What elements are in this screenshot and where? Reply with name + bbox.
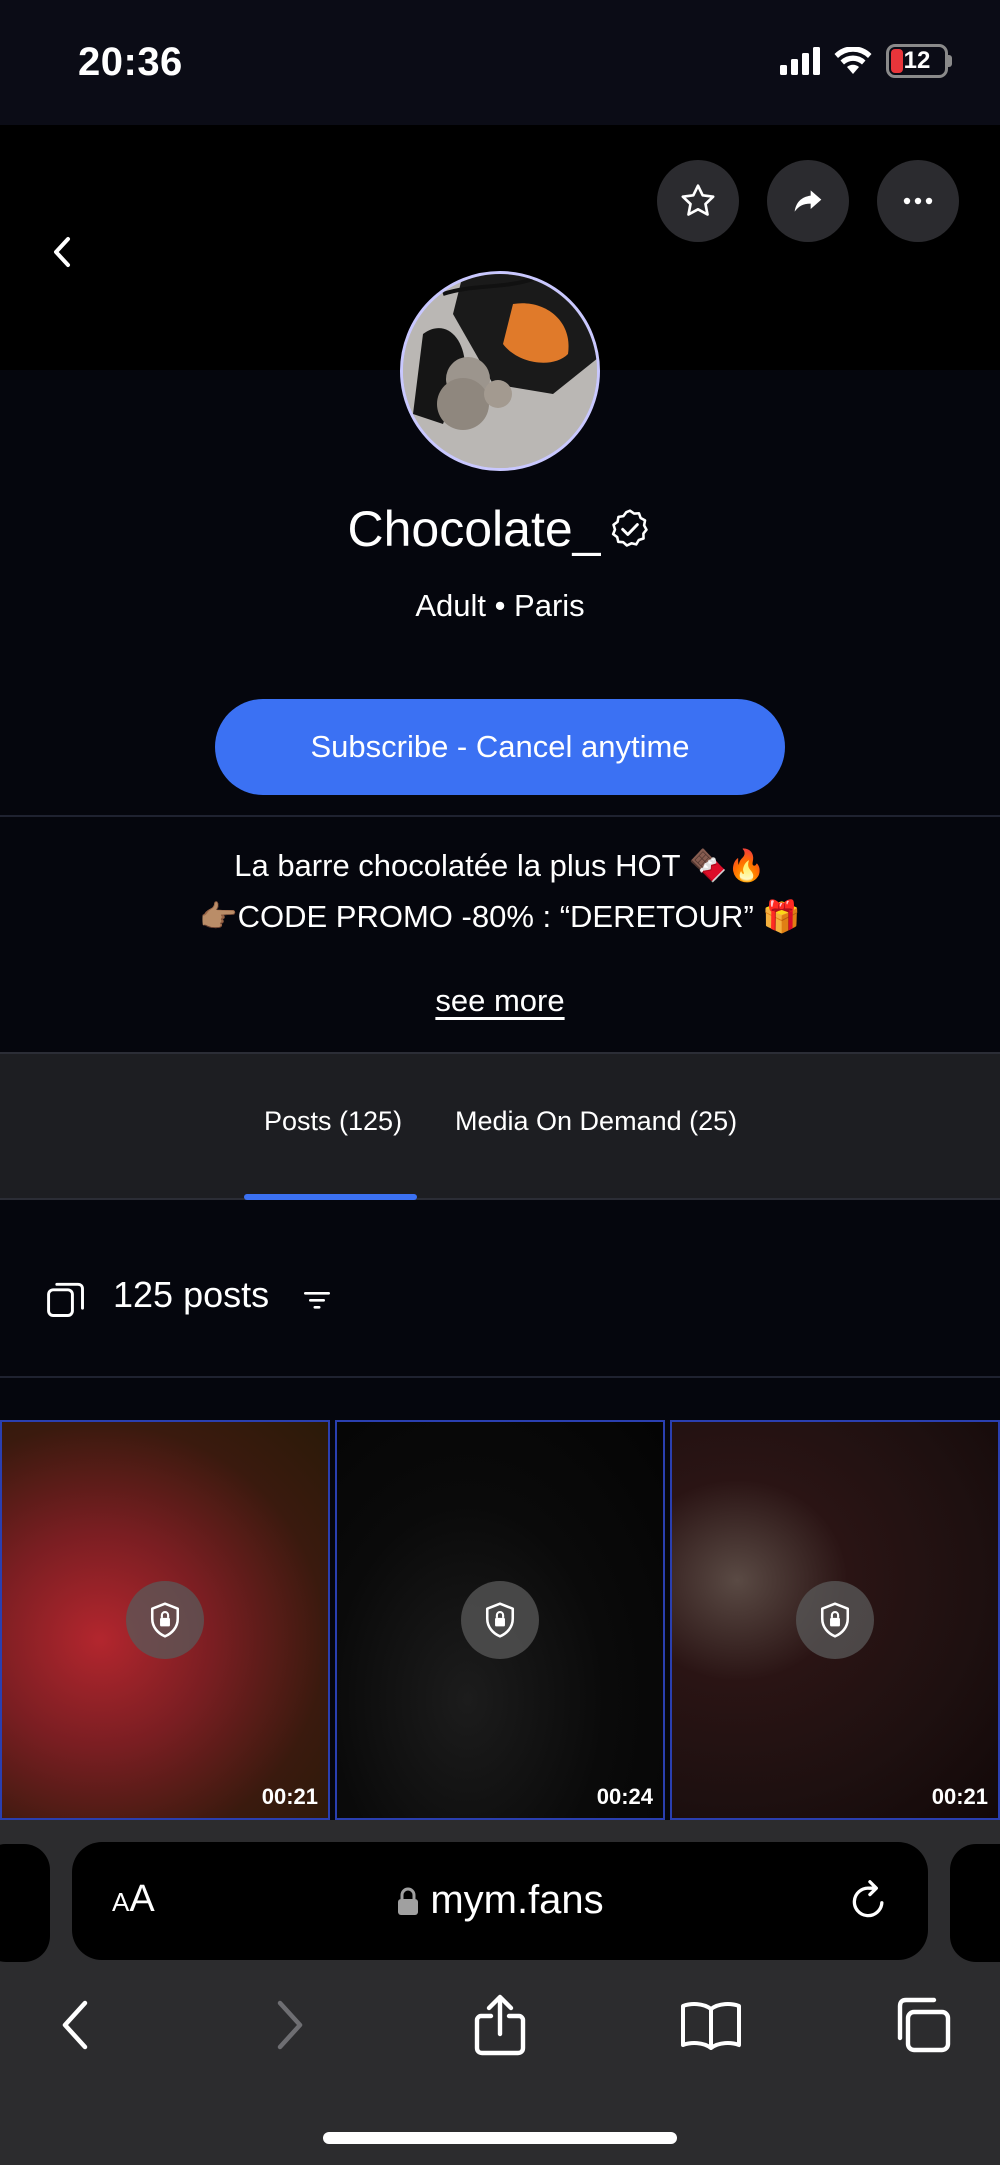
locked-badge: [126, 1581, 204, 1659]
post-tile[interactable]: 00:24: [335, 1420, 665, 1820]
post-duration: 00:21: [931, 1784, 988, 1809]
avatar[interactable]: [400, 271, 600, 471]
post-duration: 00:24: [596, 1784, 653, 1809]
verified-icon: [612, 509, 649, 547]
padlock-icon: [398, 1887, 419, 1915]
url-text[interactable]: mym.fans: [430, 1878, 603, 1922]
favorite-button[interactable]: [657, 160, 739, 242]
battery-icon: 12: [886, 44, 952, 78]
reload-icon: [852, 1880, 884, 1918]
browser-chrome: AA mym.fans: [0, 1820, 1000, 2165]
browser-forward-button[interactable]: [255, 1990, 325, 2060]
stack-icon: [47, 1282, 84, 1317]
next-tab-pill[interactable]: [950, 1844, 1000, 1962]
forward-chevron-icon: [277, 2000, 303, 2050]
post-duration: 00:21: [261, 1784, 318, 1809]
address-bar[interactable]: AA mym.fans: [72, 1842, 928, 1960]
tabs-icon: [897, 1997, 951, 2053]
tab-media-on-demand[interactable]: Media On Demand (25): [455, 1106, 737, 1137]
bio-line-2: 👉🏽CODE PROMO -80% : “DERETOUR” 🎁: [199, 899, 801, 934]
tabs-button[interactable]: [887, 1990, 957, 2060]
subscribe-button[interactable]: Subscribe - Cancel anytime: [215, 699, 785, 795]
profile-meta: Adult • Paris: [415, 588, 585, 623]
filter-button[interactable]: [297, 1280, 337, 1320]
browser-back-button[interactable]: [40, 1990, 110, 2060]
locked-badge: [461, 1581, 539, 1659]
reload-button[interactable]: [844, 1876, 894, 1926]
url-display[interactable]: mym.fans: [72, 1878, 928, 1923]
bookmarks-icon: [681, 2002, 741, 2050]
signal-icon: [780, 47, 820, 75]
posts-count: 125 posts: [113, 1274, 270, 1315]
username-row: Chocolate_: [0, 500, 1000, 558]
tab-bar: Posts (125) Media On Demand (25): [0, 1052, 1000, 1200]
tab-posts[interactable]: Posts (125): [264, 1106, 402, 1137]
post-tile[interactable]: 00:21: [670, 1420, 1000, 1820]
star-icon: [681, 184, 715, 216]
more-icon: [903, 197, 933, 205]
bio: La barre chocolatée la plus HOT 🍫🔥 👉🏽COD…: [0, 840, 1000, 942]
more-options-button[interactable]: [877, 160, 959, 242]
share-button[interactable]: [767, 160, 849, 242]
back-chevron-icon: [54, 237, 70, 267]
see-more-label[interactable]: see more: [435, 983, 564, 1018]
divider: [0, 815, 1000, 817]
locked-badge: [796, 1581, 874, 1659]
status-time: 20:36: [78, 40, 183, 84]
lock-icon: [485, 1602, 515, 1638]
filter-icon: [304, 1292, 330, 1309]
username: Chocolate_: [347, 501, 601, 557]
share-up-icon: [474, 1994, 526, 2056]
posts-grid: 00:21 00:24 00:21: [0, 1420, 1000, 1820]
browser-share-button[interactable]: [465, 1990, 535, 2060]
share-icon: [794, 190, 822, 212]
see-more-link[interactable]: see more: [0, 983, 1000, 1019]
status-icons: 12: [780, 44, 952, 78]
bio-line-1: La barre chocolatée la plus HOT 🍫🔥: [234, 848, 766, 883]
previous-tab-pill[interactable]: [0, 1844, 50, 1962]
status-bar: 20:36 12: [0, 0, 1000, 125]
lock-icon: [150, 1602, 180, 1638]
wifi-icon: [834, 47, 872, 74]
post-tile[interactable]: 00:21: [0, 1420, 330, 1820]
bookmarks-button[interactable]: [676, 1990, 746, 2060]
battery-level: 12: [903, 47, 931, 74]
home-indicator: [323, 2132, 677, 2144]
back-chevron-icon: [62, 2000, 88, 2050]
lock-icon: [820, 1602, 850, 1638]
back-button[interactable]: [40, 230, 84, 274]
posts-header: 125 posts: [0, 1200, 1000, 1378]
avatar-image: [403, 274, 597, 468]
